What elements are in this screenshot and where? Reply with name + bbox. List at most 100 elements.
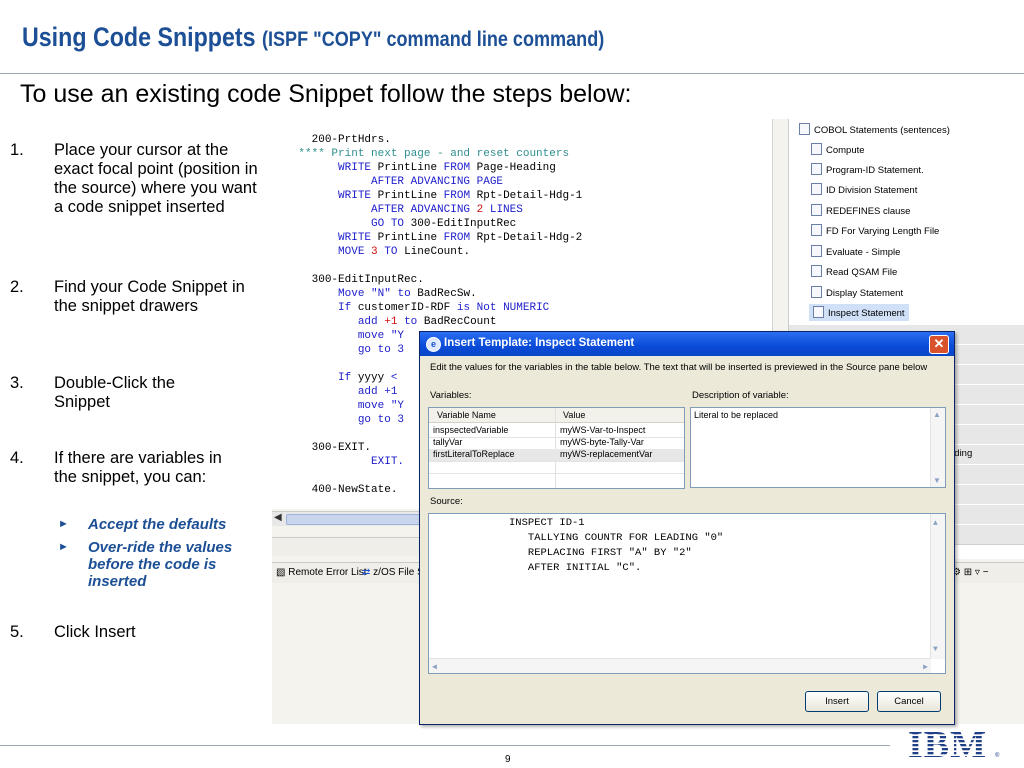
code-line: GO TO 300-EditInputRec: [371, 218, 517, 230]
page-number: 9: [505, 754, 511, 765]
source-line: INSPECT ID-1: [509, 517, 585, 529]
insert-template-dialog: e Insert Template: Inspect Statement ✕ E…: [419, 331, 955, 725]
code-line: add +1 to BadRecCount: [305, 316, 497, 328]
snippet-item[interactable]: REDEFINES clause: [811, 204, 910, 217]
step-number: 5.: [10, 623, 24, 641]
step-number: 2.: [10, 278, 24, 296]
dialog-instruction: Edit the values for the variables in the…: [430, 362, 928, 373]
snippet-drawer-header[interactable]: COBOL Statements (sentences): [799, 123, 950, 136]
vertical-scrollbar[interactable]: ▲ ▼: [930, 408, 945, 487]
slide-title: Using Code Snippets (ISPF "COPY" command…: [22, 22, 604, 53]
logo-text: IBM: [908, 724, 987, 764]
code-line: go to 3: [305, 344, 405, 356]
snippet-item[interactable]: Display Statement: [811, 286, 903, 299]
source-line: REPLACING FIRST "A" BY "2": [509, 547, 692, 559]
code-line: AFTER ADVANCING PAGE: [272, 176, 504, 188]
code-line: Move "N" to BadRecSw.: [305, 288, 477, 300]
code-line: 200-PrtHdrs.: [305, 134, 391, 146]
slide-title-sub: (ISPF "COPY" command line command): [261, 28, 605, 51]
description-textbox[interactable]: Literal to be replaced ▲ ▼: [690, 407, 946, 488]
code-line: move "Y: [305, 330, 405, 342]
snippet-item[interactable]: Program-ID Statement.: [811, 163, 924, 176]
scroll-up-icon[interactable]: ▲: [933, 410, 941, 419]
snippet-item-selected[interactable]: Inspect Statement: [809, 304, 909, 321]
description-label: Description of variable:: [692, 390, 789, 401]
source-line: AFTER INITIAL "C".: [509, 562, 642, 574]
drawer-icon: [799, 123, 810, 135]
scroll-down-icon[interactable]: ▼: [933, 642, 938, 657]
step-text: If there are variables in the snippet, y…: [54, 449, 222, 486]
column-header-value[interactable]: Value: [563, 410, 585, 420]
description-text: Literal to be replaced: [694, 410, 779, 420]
eclipse-app-icon: e: [426, 337, 441, 352]
step-text: Find your Code Snippet in the snippet dr…: [54, 278, 245, 315]
source-line: TALLYING COUNTR FOR LEADING "0": [509, 532, 724, 544]
tab-remote-error-list[interactable]: ▧ Remote Error List: [276, 567, 367, 578]
vertical-scrollbar[interactable]: ▲ ▼: [930, 514, 945, 659]
tab-zos-file-system[interactable]: ⇄ z/OS File S: [362, 567, 424, 578]
step-number: 4.: [10, 449, 24, 467]
code-line: **** Print next page - and reset counter…: [298, 148, 570, 160]
snippet-icon: [811, 183, 822, 195]
snippet-item[interactable]: Evaluate - Simple: [811, 245, 900, 258]
error-list-icon: ▧: [276, 567, 286, 578]
snippet-item[interactable]: Compute: [811, 143, 865, 156]
dialog-titlebar[interactable]: e Insert Template: Inspect Statement ✕: [420, 332, 954, 356]
footer-divider: [0, 745, 890, 746]
scroll-up-icon[interactable]: ▲: [933, 516, 938, 531]
code-line: AFTER ADVANCING 2 LINES: [272, 204, 523, 216]
cancel-button[interactable]: Cancel: [877, 691, 941, 712]
source-preview[interactable]: INSPECT ID-1 TALLYING COUNTR FOR LEADING…: [428, 513, 946, 674]
code-line: go to 3: [305, 414, 405, 426]
code-line: WRITE PrintLine FROM Rpt-Detail-Hdg-2: [305, 232, 583, 244]
snippet-icon: [811, 224, 822, 236]
step-text: Click Insert: [54, 623, 136, 641]
code-line: 400-NewState.: [305, 484, 398, 496]
code-line: If yyyy <: [305, 372, 398, 384]
snippet-icon: [811, 286, 822, 298]
code-line: WRITE PrintLine FROM Rpt-Detail-Hdg-1: [305, 190, 583, 202]
step-number: 1.: [10, 141, 24, 159]
variables-label: Variables:: [430, 390, 472, 401]
code-line: EXIT.: [338, 456, 405, 468]
code-line: 300-EditInputRec.: [305, 274, 424, 286]
snippet-icon: [811, 143, 822, 155]
bullet-arrow-icon: ►: [58, 541, 69, 553]
sub-bullet-text: Accept the defaults: [88, 516, 227, 533]
code-line: add +1: [305, 386, 398, 398]
table-row: [429, 461, 684, 474]
code-line: WRITE PrintLine FROM Page-Heading: [305, 162, 556, 174]
variables-table: Variable Name Value inspsectedVariable m…: [428, 407, 685, 489]
snippet-item[interactable]: FD For Varying Length File: [811, 224, 939, 237]
sub-bullet-text: Over-ride the values before the code is …: [88, 539, 233, 590]
code-line: If customerID-RDF is Not NUMERIC: [305, 302, 550, 314]
slide-title-main: Using Code Snippets: [22, 22, 256, 52]
table-header: Variable Name Value: [429, 408, 684, 423]
scroll-down-icon[interactable]: ▼: [933, 476, 941, 485]
snippet-icon: [813, 306, 824, 318]
dialog-title: Insert Template: Inspect Statement: [444, 337, 635, 349]
scrollbar-thumb[interactable]: [286, 514, 428, 525]
source-label: Source:: [430, 496, 463, 507]
bullet-arrow-icon: ►: [58, 518, 69, 530]
close-icon[interactable]: ✕: [929, 335, 949, 354]
scroll-left-icon[interactable]: ◀: [274, 512, 282, 523]
svg-text:®: ®: [995, 752, 1000, 759]
horizontal-scrollbar[interactable]: ◀ ▶: [429, 658, 931, 673]
snippet-icon: [811, 245, 822, 257]
snippet-item[interactable]: ID Division Statement: [811, 183, 917, 196]
file-system-icon: ⇄: [362, 567, 371, 578]
scroll-left-icon[interactable]: ◀: [432, 660, 437, 675]
snippet-item[interactable]: Read QSAM File: [811, 265, 897, 278]
title-divider: [0, 73, 1024, 74]
step-text: Place your cursor at the exact focal poi…: [54, 141, 258, 216]
ibm-logo: IBM ®: [908, 724, 1000, 764]
view-toolbar-icons[interactable]: ⚙ ⊞ ▿ −: [952, 567, 989, 578]
step-number: 3.: [10, 374, 24, 392]
snippet-icon: [811, 204, 822, 216]
column-header-name[interactable]: Variable Name: [437, 410, 496, 420]
code-line: MOVE 3 TO LineCount.: [305, 246, 471, 258]
scroll-right-icon[interactable]: ▶: [923, 660, 928, 675]
step-text: Double-Click the Snippet: [54, 374, 176, 411]
insert-button[interactable]: Insert: [805, 691, 869, 712]
